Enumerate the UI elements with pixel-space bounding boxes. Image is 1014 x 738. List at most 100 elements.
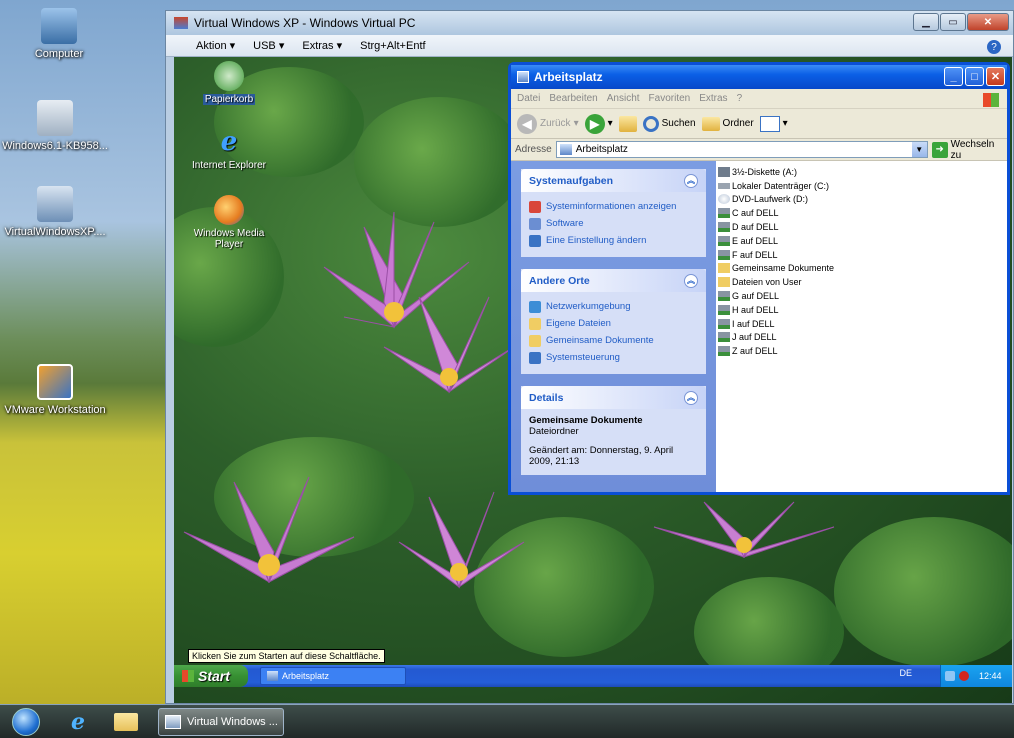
place-label: Netzwerkumgebung [546,301,631,312]
water-lily [398,491,525,589]
search-label: Suchen [661,118,696,129]
place-shared-documents[interactable]: Gemeinsame Dokumente [529,332,698,349]
place-network[interactable]: Netzwerkumgebung [529,298,698,315]
help-icon[interactable]: ? [987,40,1001,54]
back-arrow-icon: ◀ [517,113,537,134]
back-label: Zurück [540,118,571,129]
back-button[interactable]: ◀ Zurück ▾ [517,113,579,134]
explorer-maximize-button[interactable]: □ [965,67,984,86]
wmp-icon [214,195,244,225]
guest-icon-label: Papierkorb [202,94,256,105]
go-label: Wechseln zu [950,138,995,161]
host-icon-virtualxp[interactable]: VirtualWindowsXP.... [0,186,110,238]
vpc-maximize-button[interactable]: ▭ [940,13,966,31]
vpc-menu-ctrl-alt-del[interactable]: Strg+Alt+Entf [360,40,425,52]
details-type: Dateiordner [529,426,579,437]
guest-icon-recycle-bin[interactable]: Papierkorb [184,61,274,105]
place-control-panel[interactable]: Systemsteuerung [529,349,698,366]
folder-icon [718,277,730,288]
vpc-window-icon [174,17,188,29]
menu-help[interactable]: ? [737,93,743,104]
address-input[interactable]: Arbeitsplatz ▼ [555,141,928,158]
explorer-menubar: Datei Bearbeiten Ansicht Favoriten Extra… [511,89,1007,109]
tray-network-icon[interactable] [945,671,955,681]
file-item-net-h[interactable]: H auf DELL [718,303,1005,317]
other-places-header[interactable]: Andere Orte ︽ [521,269,706,292]
network-drive-icon [718,318,730,329]
menu-favoriten[interactable]: Favoriten [649,93,691,104]
file-item-user-files[interactable]: Dateien von User [718,275,1005,289]
file-item-net-i[interactable]: I auf DELL [718,317,1005,331]
views-button[interactable]: ▾ [759,115,788,132]
network-drive-icon [718,304,730,315]
menu-ansicht[interactable]: Ansicht [607,93,640,104]
guest-icon-label: Windows Media Player [193,228,265,250]
host-icon-computer[interactable]: Computer [4,8,114,60]
file-item-net-c[interactable]: C auf DELL [718,206,1005,220]
guest-icon-media-player[interactable]: Windows Media Player [184,195,274,250]
taskbar-virtual-windows-button[interactable]: Virtual Windows ... [158,708,284,736]
taskbar-ie-button[interactable]: e [58,707,98,737]
system-tasks-header[interactable]: Systemaufgaben ︽ [521,169,706,192]
start-button[interactable]: Start [174,665,248,687]
chevron-down-icon[interactable]: ▼ [911,142,927,157]
taskbar-explorer-button[interactable] [106,707,146,737]
file-item-net-e[interactable]: E auf DELL [718,234,1005,248]
task-change-setting[interactable]: Eine Einstellung ändern [529,232,698,249]
folders-label: Ordner [722,118,754,129]
task-software[interactable]: Software [529,215,698,232]
details-header[interactable]: Details ︽ [521,386,706,409]
menu-bearbeiten[interactable]: Bearbeiten [549,93,597,104]
vpc-minimize-button[interactable]: ▁ [913,13,939,31]
file-item-floppy[interactable]: 3½-Diskette (A:) [718,165,1005,179]
file-item-local-disk[interactable]: Lokaler Datenträger (C:) [718,179,1005,193]
my-computer-icon [267,671,278,681]
explorer-minimize-button[interactable]: _ [944,67,963,86]
vpc-titlebar[interactable]: Virtual Windows XP - Windows Virtual PC [166,11,1013,35]
search-icon [642,115,659,132]
file-list: 3½-Diskette (A:) Lokaler Datenträger (C:… [716,161,1007,492]
go-button[interactable]: ➜ Wechseln zu [931,138,1007,161]
windows-flag-icon [182,670,194,682]
windows-orb-button[interactable] [6,707,46,737]
file-item-net-f[interactable]: F auf DELL [718,248,1005,262]
computer-icon [41,8,77,44]
vpc-menu-aktion[interactable]: Aktion ▾ [196,39,235,52]
language-indicator[interactable]: DE [899,668,912,678]
search-button[interactable]: Suchen [642,115,696,132]
collapse-chevron-icon[interactable]: ︽ [684,390,698,405]
vpc-menu-usb[interactable]: USB ▾ [253,39,284,52]
menu-datei[interactable]: Datei [517,93,540,104]
collapse-chevron-icon[interactable]: ︽ [684,273,698,288]
vpc-menu-extras[interactable]: Extras ▾ [302,39,342,52]
file-item-net-d[interactable]: D auf DELL [718,220,1005,234]
my-computer-icon [559,144,572,155]
file-item-net-j[interactable]: J auf DELL [718,331,1005,345]
host-icon-vmware[interactable]: VMware Workstation [0,364,110,416]
file-item-dvd[interactable]: DVD-Laufwerk (D:) [718,193,1005,207]
task-systeminfo[interactable]: Systeminformationen anzeigen [529,198,698,215]
task-label: Eine Einstellung ändern [546,235,647,246]
vpc-close-button[interactable]: ✕ [967,13,1009,31]
task-pane: Systemaufgaben ︽ Systeminformationen anz… [511,161,716,492]
file-item-shared-documents[interactable]: Gemeinsame Dokumente [718,262,1005,276]
place-my-documents[interactable]: Eigene Dateien [529,315,698,332]
tray-clock[interactable]: 12:44 [979,671,1002,681]
forward-button[interactable]: ▶ ▾ [584,113,613,134]
folders-button[interactable]: Ordner [701,116,754,131]
explorer-titlebar[interactable]: Arbeitsplatz [511,65,1007,89]
tray-security-alert-icon[interactable] [959,671,969,681]
lily-pad [834,517,1012,667]
ie-icon: e [71,709,85,735]
water-lily [383,296,515,394]
menu-extras[interactable]: Extras [699,93,727,104]
up-button[interactable] [618,115,637,132]
guest-icon-internet-explorer[interactable]: e Internet Explorer [184,127,274,171]
host-icon-label: Windows6.1-KB958... [2,140,108,152]
taskbar-arbeitsplatz-button[interactable]: Arbeitsplatz [260,667,406,685]
file-item-net-z[interactable]: Z auf DELL [718,344,1005,358]
explorer-close-button[interactable]: ✕ [986,67,1005,86]
collapse-chevron-icon[interactable]: ︽ [684,173,698,188]
file-item-net-g[interactable]: G auf DELL [718,289,1005,303]
host-icon-kb958[interactable]: Windows6.1-KB958... [0,100,110,152]
